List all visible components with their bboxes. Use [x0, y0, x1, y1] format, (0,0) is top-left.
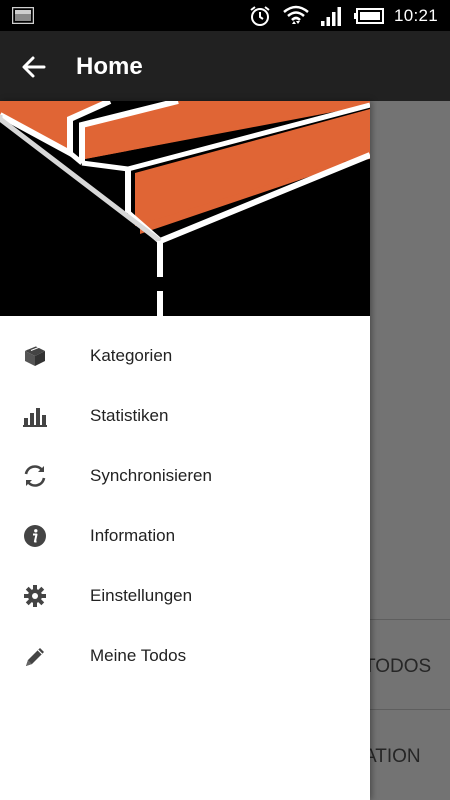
signal-icon — [320, 6, 341, 26]
alarm-icon — [250, 5, 270, 26]
navigation-drawer: Kategorien Statistiken Synchronisieren I… — [0, 101, 370, 800]
background-list-item[interactable]: ATION — [360, 709, 450, 799]
menu-item-label: Meine Todos — [90, 646, 187, 665]
app-bar: Home — [0, 31, 450, 101]
drawer-header-image — [0, 101, 370, 316]
menu-item-meine-todos[interactable]: Meine Todos — [0, 626, 370, 686]
info-icon — [24, 525, 46, 547]
background-item-label: ATION — [364, 746, 421, 767]
background-item-label: TODOS — [364, 656, 432, 677]
menu-item-information[interactable]: Information — [0, 506, 370, 566]
battery-icon — [353, 7, 384, 24]
gear-icon — [24, 585, 46, 607]
background-list-item[interactable]: TODOS — [360, 619, 450, 709]
menu-item-label: Synchronisieren — [90, 466, 212, 485]
menu-item-statistiken[interactable]: Statistiken — [0, 386, 370, 446]
page-title: Home — [76, 53, 143, 80]
screenshot-notification-icon — [12, 7, 34, 24]
menu-item-synchronisieren[interactable]: Synchronisieren — [0, 446, 370, 506]
back-arrow-icon[interactable] — [20, 53, 48, 81]
menu-item-label: Statistiken — [90, 406, 169, 425]
pencil-icon — [26, 648, 44, 666]
status-bar: 10:21 — [0, 0, 450, 31]
menu-item-label: Information — [90, 526, 176, 545]
box-icon — [25, 344, 45, 366]
bar-chart-icon — [23, 408, 47, 427]
wifi-icon — [283, 5, 309, 24]
sync-icon — [24, 465, 46, 487]
drawer-menu: Kategorien Statistiken Synchronisieren I… — [0, 326, 370, 686]
menu-item-einstellungen[interactable]: Einstellungen — [0, 566, 370, 626]
status-time: 10:21 — [393, 5, 438, 25]
menu-item-kategorien[interactable]: Kategorien — [0, 326, 370, 386]
menu-item-label: Einstellungen — [90, 586, 193, 605]
menu-item-label: Kategorien — [90, 346, 173, 365]
